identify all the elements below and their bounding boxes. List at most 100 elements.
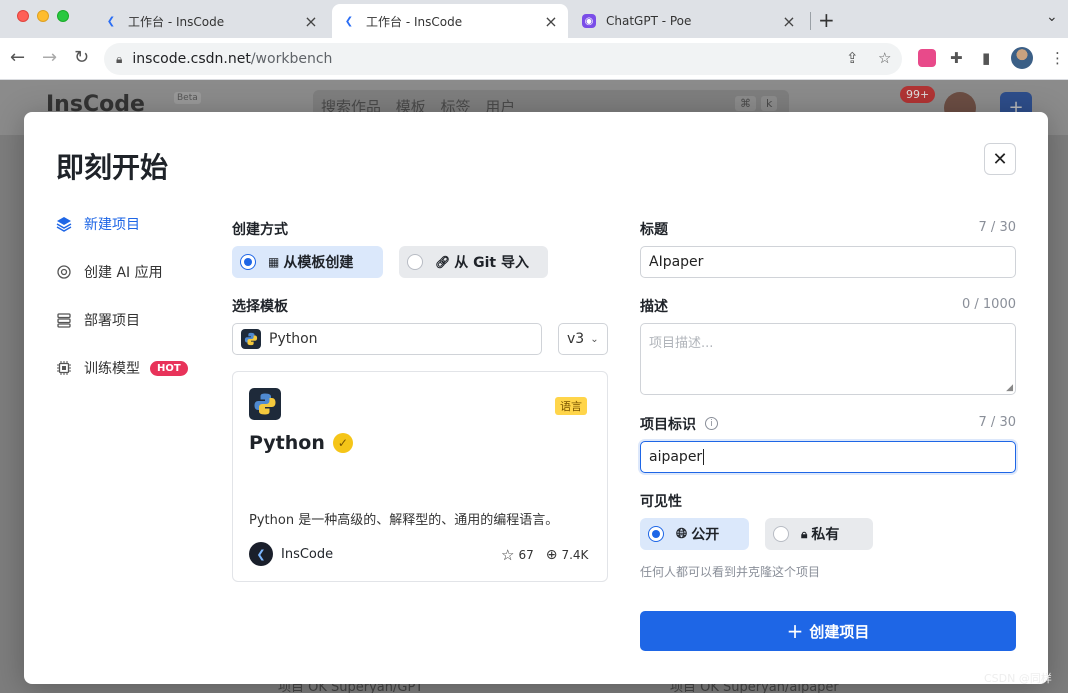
modal-close-button[interactable]: ✕ [984, 143, 1016, 175]
browser-tab-3[interactable]: ◉ ChatGPT - Poe × [572, 4, 806, 38]
notification-badge: 99+ [900, 86, 936, 103]
option-label: 从 Git 导入 [454, 255, 529, 271]
option-from-template[interactable]: ▦ 从模板创建 [232, 246, 383, 278]
option-label: 公开 [691, 527, 720, 543]
radio-selected[interactable] [240, 254, 256, 270]
star-count: 67 [518, 548, 534, 562]
new-tab-plus-icon[interactable]: + [818, 8, 835, 32]
hot-badge: HOT [150, 360, 188, 376]
forward-arrow-icon[interactable]: → [42, 47, 57, 68]
nav-item-deploy-project[interactable]: 部署项目 [56, 308, 216, 332]
browser-tab-1[interactable]: ❮ 工作台 - InsCode × [94, 4, 328, 38]
visibility-public-option[interactable]: 🌐︎ 公开 [640, 518, 749, 550]
option-label: 私有 [811, 527, 840, 543]
inscode-logo-icon: ❮ [249, 542, 273, 566]
template-select[interactable]: Python [232, 323, 542, 355]
template-card[interactable]: 语言 Python ✓ Python 是一种高级的、解释型的、通用的编程语言。 … [232, 371, 608, 582]
card-title: Python ✓ [249, 432, 353, 454]
modal-title: 即刻开始 [56, 151, 169, 184]
author-name: InsCode [281, 546, 334, 562]
python-logo [249, 388, 289, 420]
url-path: /workbench [250, 51, 333, 67]
beta-badge: Beta [174, 92, 201, 104]
fork-icon: ⊕ [545, 547, 558, 563]
tab-separator [810, 12, 811, 30]
close-icon[interactable]: × [782, 12, 796, 31]
reload-icon[interactable]: ↻ [74, 47, 89, 68]
info-icon[interactable]: i [705, 417, 718, 430]
inscode-favicon-icon: ❮ [344, 15, 354, 27]
card-title-text: Python [249, 432, 325, 454]
more-menu-icon[interactable]: ⋮ [1050, 49, 1065, 67]
star-icon: ☆ [501, 546, 515, 564]
chip-icon [56, 360, 72, 376]
sidebar-panel-icon[interactable]: ▮ [982, 49, 990, 67]
window-minimize-button[interactable] [37, 10, 49, 22]
plus-icon: + [786, 619, 804, 643]
bookmark-star-icon[interactable]: ☆ [878, 49, 891, 67]
back-arrow-icon[interactable]: ← [10, 47, 25, 68]
visibility-hint: 任何人都可以看到并克隆这个项目 [640, 565, 821, 579]
browser-tab-2[interactable]: ❮ 工作台 - InsCode × [332, 4, 568, 38]
layers-icon [56, 216, 72, 232]
text-cursor [703, 449, 705, 465]
project-id-value: aipaper [649, 449, 703, 465]
title-label: 标题 [640, 222, 668, 238]
nav-item-create-ai-app[interactable]: 创建 AI 应用 [56, 260, 216, 284]
modal-side-nav: 新建项目 创建 AI 应用 部署项目 训练模型 HOT [56, 212, 216, 404]
template-selected: Python [269, 331, 318, 347]
card-author: ❮ InsCode [249, 542, 333, 566]
close-icon[interactable]: × [544, 12, 558, 31]
share-icon[interactable]: ⇪ [846, 49, 859, 67]
radio-unselected[interactable] [773, 526, 789, 542]
close-icon: ✕ [992, 148, 1008, 170]
nav-item-label: 训练模型 [84, 361, 140, 377]
address-bar[interactable]: 🔒︎ inscode.csdn.net/workbench [104, 43, 902, 75]
version-select[interactable]: v3 ⌄ [558, 323, 608, 355]
window-zoom-button[interactable] [57, 10, 69, 22]
lock-icon: 🔒︎ [801, 526, 808, 541]
radio-selected[interactable] [648, 526, 664, 542]
profile-avatar[interactable] [1011, 47, 1033, 69]
inscode-favicon-icon: ❮ [106, 15, 116, 27]
project-id-label: 项目标识 [640, 417, 696, 433]
python-logo-icon [241, 329, 261, 349]
chevron-down-icon: ⌄ [590, 333, 599, 345]
url-host: inscode.csdn.net [132, 51, 251, 67]
browser-toolbar: ← → ↻ 🔒︎ inscode.csdn.net/workbench ⇪ ☆ … [0, 38, 1068, 80]
kbd-k: k [761, 96, 778, 111]
template-icon: ▦ [268, 255, 280, 269]
create-project-button-label: 创建项目 [809, 622, 870, 641]
nav-item-new-project[interactable]: 新建项目 [56, 212, 216, 236]
verified-check-icon: ✓ [332, 433, 353, 453]
create-method-label: 创建方式 [232, 222, 288, 238]
lock-icon: 🔒︎ [116, 51, 123, 66]
resize-grip-icon[interactable]: ◢ [1006, 383, 1013, 393]
close-icon[interactable]: × [304, 12, 318, 31]
python-logo-icon [249, 388, 281, 420]
option-label: 从模板创建 [283, 255, 354, 271]
tab-title: ChatGPT - Poe [606, 14, 692, 28]
description-label: 描述 [640, 299, 668, 315]
project-id-input[interactable]: aipaper [640, 441, 1016, 473]
browser-tab-bar: ❮ 工作台 - InsCode × ❮ 工作台 - InsCode × ◉ Ch… [0, 0, 1068, 38]
visibility-private-option[interactable]: 🔒︎ 私有 [765, 518, 873, 550]
radio-unselected[interactable] [407, 254, 423, 270]
title-input[interactable]: AIpaper [640, 246, 1016, 278]
watermark: CSDN @同样 [984, 672, 1052, 685]
window-close-button[interactable] [17, 10, 29, 22]
link-icon: 🔗︎ [435, 255, 451, 269]
tab-title: 工作台 - InsCode [128, 14, 225, 29]
puzzle-extensions-icon[interactable]: ✚ [950, 49, 963, 67]
openai-icon [56, 264, 72, 280]
chevron-down-icon[interactable]: ⌄ [1046, 9, 1058, 25]
nav-item-train-model[interactable]: 训练模型 HOT [56, 356, 216, 380]
create-project-button[interactable]: + 创建项目 [640, 611, 1016, 651]
extension-icon[interactable] [918, 49, 936, 67]
globe-icon: 🌐︎ [676, 526, 688, 542]
description-textarea[interactable]: 项目描述... ◢ [640, 323, 1016, 395]
description-counter: 0 / 1000 [962, 297, 1016, 312]
visibility-label: 可见性 [640, 494, 682, 510]
option-from-git[interactable]: 🔗︎ 从 Git 导入 [399, 246, 548, 278]
server-icon [56, 312, 72, 328]
